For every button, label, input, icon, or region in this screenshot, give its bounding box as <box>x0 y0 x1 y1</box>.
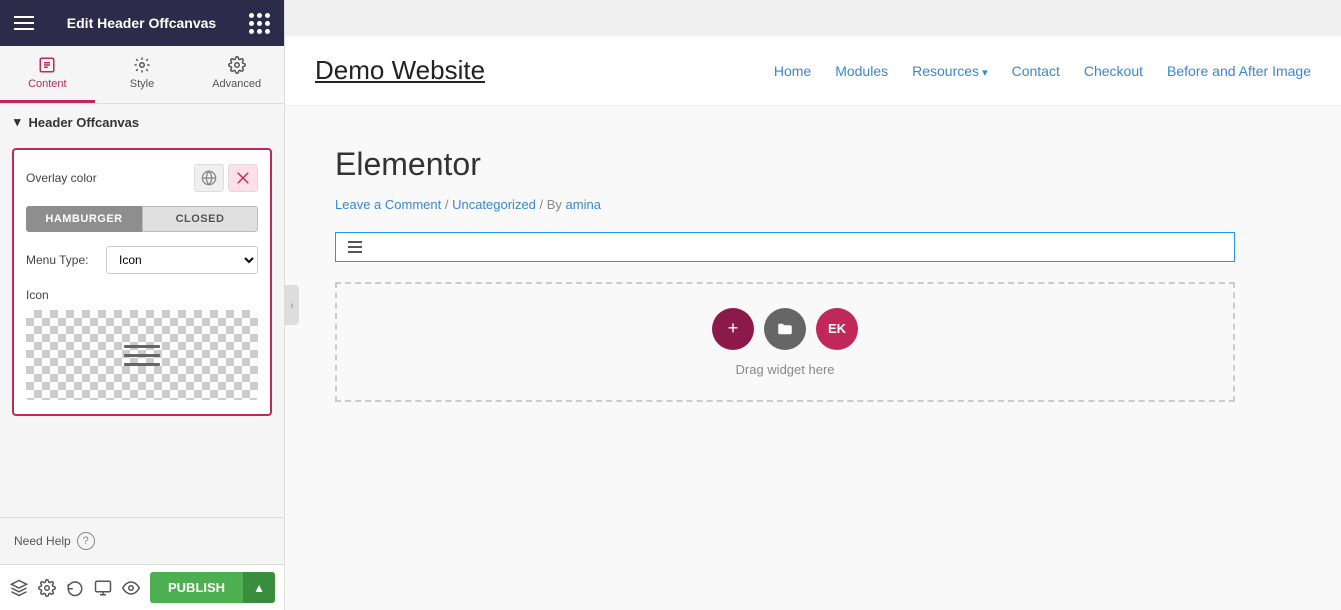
page-content: Elementor Leave a Comment / Uncategorize… <box>285 106 1341 610</box>
custom-color-btn[interactable] <box>228 164 258 192</box>
need-help-label: Need Help <box>14 534 71 548</box>
icon-field-label: Icon <box>26 288 258 302</box>
nav-links: Home Modules Resources Contact Checkout … <box>774 63 1311 79</box>
tab-advanced-label: Advanced <box>212 78 261 90</box>
nav-link-checkout[interactable]: Checkout <box>1084 63 1143 79</box>
help-icon: ? <box>77 532 95 550</box>
panel-header: Edit Header Offcanvas <box>0 0 284 46</box>
nav-link-modules[interactable]: Modules <box>835 63 888 79</box>
section-title: Header Offcanvas <box>29 115 140 130</box>
menu-bar-icon <box>348 241 362 253</box>
need-help-row[interactable]: Need Help ? <box>0 517 284 564</box>
author-link[interactable]: amina <box>566 197 601 212</box>
tab-style[interactable]: Style <box>95 46 190 103</box>
meta-sep1: / <box>441 197 452 212</box>
hamburger-btn[interactable]: HAMBURGER <box>26 206 142 232</box>
panel-title: Edit Header Offcanvas <box>67 15 216 31</box>
add-widget-btn[interactable]: + <box>712 308 754 350</box>
nav-link-contact[interactable]: Contact <box>1012 63 1060 79</box>
nav-bar: Demo Website Home Modules Resources Cont… <box>285 36 1341 106</box>
highlighted-box: Overlay color <box>12 148 272 416</box>
site-title: Demo Website <box>315 55 485 86</box>
nav-link-home[interactable]: Home <box>774 63 811 79</box>
section-header[interactable]: ▾ Header Offcanvas <box>0 104 284 140</box>
eye-icon[interactable] <box>122 574 140 602</box>
global-color-btn[interactable] <box>194 164 224 192</box>
collapse-handle[interactable]: ‹ <box>285 285 299 325</box>
drag-widget-text: Drag widget here <box>736 362 835 377</box>
publish-btn-group: PUBLISH ▲ <box>150 572 275 603</box>
post-title: Elementor <box>335 146 1291 183</box>
menu-type-select[interactable]: Icon Text Both <box>106 246 258 274</box>
bottom-toolbar: PUBLISH ▲ <box>0 564 284 610</box>
hamburger-preview-icon <box>124 345 160 366</box>
layers-icon[interactable] <box>10 574 28 602</box>
nav-link-resources[interactable]: Resources <box>912 63 988 79</box>
closed-btn[interactable]: CLOSED <box>142 206 258 232</box>
admin-bar <box>285 0 1341 36</box>
hamburger-menu-icon[interactable] <box>14 16 34 30</box>
grid-dots-icon[interactable] <box>249 13 270 34</box>
responsive-icon[interactable] <box>94 574 112 602</box>
publish-button[interactable]: PUBLISH <box>150 572 243 603</box>
settings-icon[interactable] <box>38 574 56 602</box>
overlay-color-label: Overlay color <box>26 171 97 185</box>
menu-type-row: Menu Type: Icon Text Both <box>26 246 258 274</box>
folder-widget-btn[interactable] <box>764 308 806 350</box>
publish-arrow-btn[interactable]: ▲ <box>243 572 275 603</box>
left-panel: Edit Header Offcanvas Content <box>0 0 285 610</box>
category-link[interactable]: Uncategorized <box>452 197 536 212</box>
color-buttons <box>194 164 258 192</box>
icon-preview[interactable] <box>26 310 258 400</box>
collapse-arrow-icon: ▾ <box>14 114 21 130</box>
undo-icon[interactable] <box>66 574 84 602</box>
meta-sep2: / By <box>536 197 566 212</box>
hamburger-closed-toggle: HAMBURGER CLOSED <box>26 206 258 232</box>
tab-style-label: Style <box>130 78 154 90</box>
ek-widget-btn[interactable]: EK <box>816 308 858 350</box>
tabs-bar: Content Style Advanced <box>0 46 284 104</box>
widget-buttons: + EK <box>712 308 858 350</box>
leave-comment-link[interactable]: Leave a Comment <box>335 197 441 212</box>
tab-advanced[interactable]: Advanced <box>189 46 284 103</box>
tab-content-label: Content <box>28 78 67 90</box>
panel-content: Overlay color <box>0 140 284 517</box>
main-area: Demo Website Home Modules Resources Cont… <box>285 0 1341 610</box>
overlay-color-row: Overlay color <box>26 164 258 192</box>
nav-link-before-after[interactable]: Before and After Image <box>1167 63 1311 79</box>
widget-bar[interactable] <box>335 232 1235 262</box>
post-meta: Leave a Comment / Uncategorized / By ami… <box>335 197 1291 212</box>
drop-area[interactable]: + EK Drag widget here <box>335 282 1235 402</box>
tab-content[interactable]: Content <box>0 46 95 103</box>
menu-type-label: Menu Type: <box>26 253 96 267</box>
